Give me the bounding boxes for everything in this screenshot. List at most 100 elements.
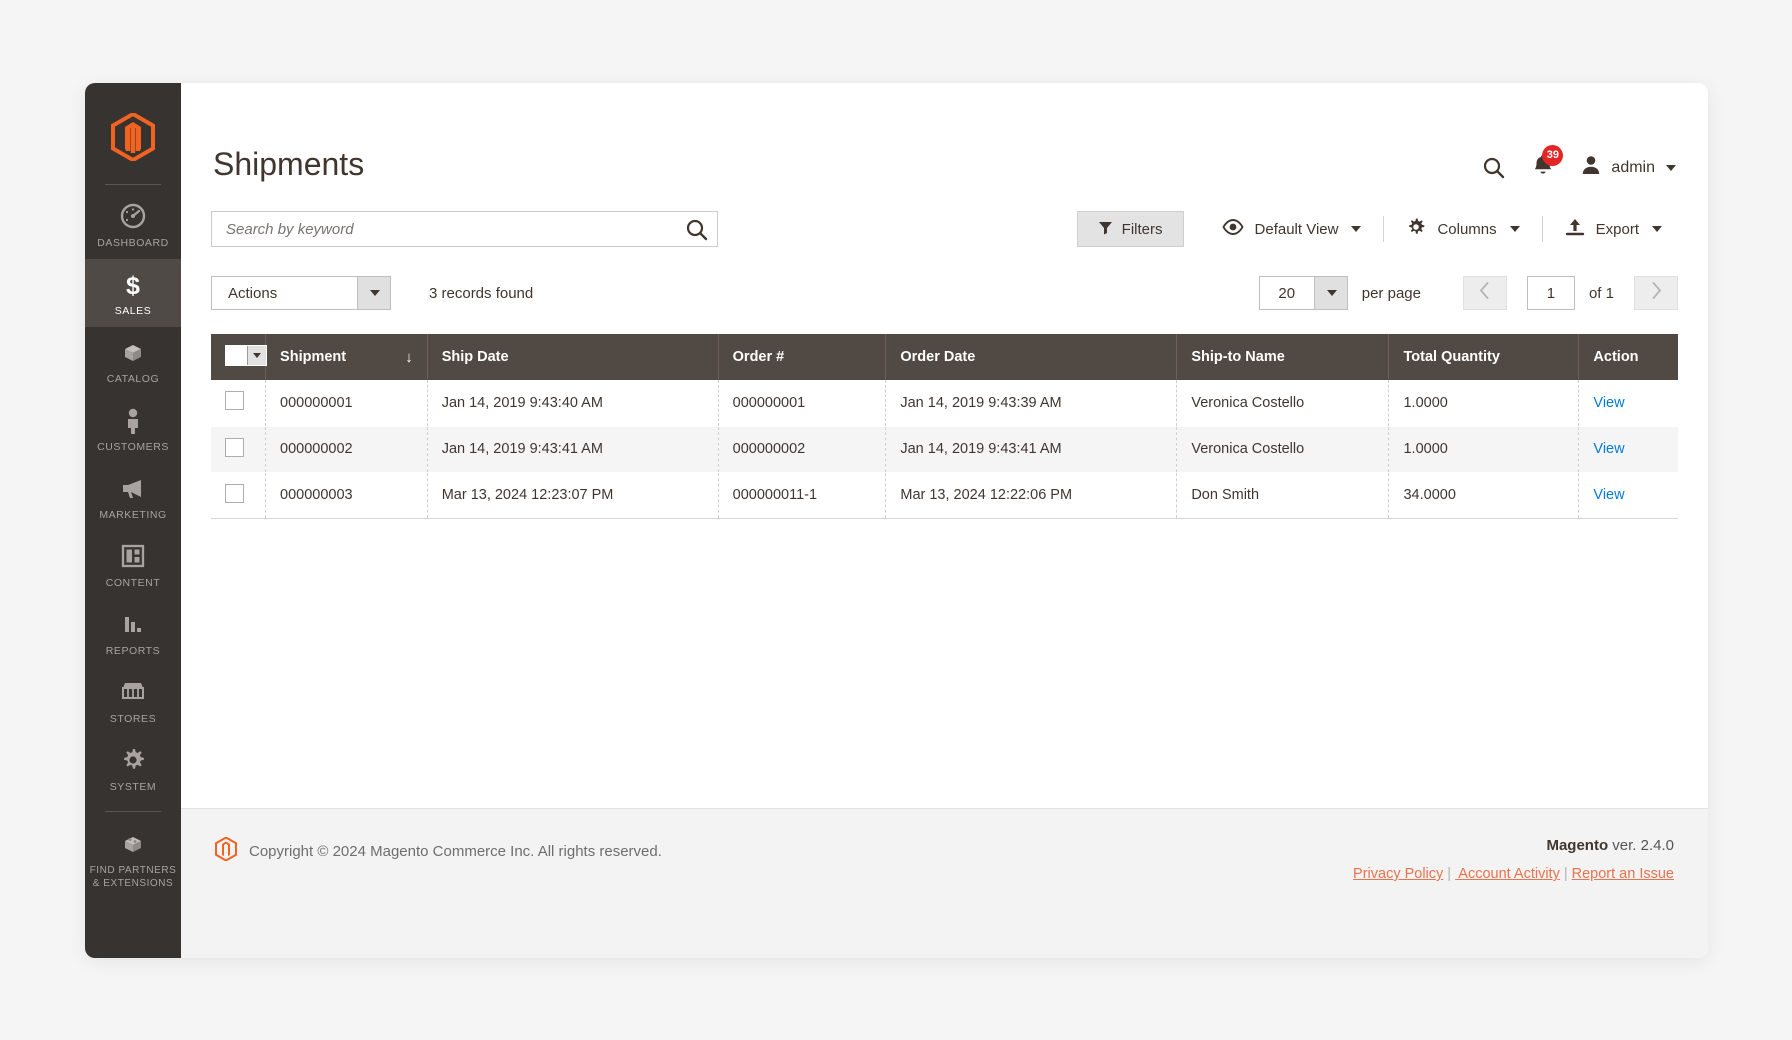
sidebar-item-marketing[interactable]: MARKETING: [85, 463, 181, 531]
sort-descending-icon: ↓: [405, 348, 413, 366]
sidebar-item-label: DASHBOARD: [97, 237, 169, 249]
filters-button[interactable]: Filters: [1076, 211, 1184, 247]
column-header-total-quantity[interactable]: Total Quantity: [1388, 334, 1580, 380]
link-separator: |: [1447, 866, 1452, 882]
chevron-left-icon: [1479, 282, 1490, 304]
search-submit-button[interactable]: [685, 218, 709, 245]
gear-icon: [1406, 217, 1426, 241]
row-checkbox[interactable]: [225, 437, 244, 457]
per-page-select[interactable]: 20: [1258, 276, 1348, 310]
row-checkbox-cell[interactable]: [211, 426, 267, 473]
previous-page-button[interactable]: [1462, 276, 1507, 310]
content-area: Shipments 39 admin Search by keyword Fil…: [181, 83, 1708, 519]
view-link[interactable]: View: [1593, 395, 1624, 411]
sidebar-item-stores[interactable]: STORES: [85, 667, 181, 735]
sidebar-item-content[interactable]: CONTENT: [85, 531, 181, 599]
extension-block-icon: [87, 830, 179, 858]
chevron-right-icon: [1651, 282, 1662, 304]
checkbox-dropdown-icon[interactable]: [225, 345, 267, 366]
sidebar-item-label: SYSTEM: [109, 781, 157, 793]
row-checkbox[interactable]: [225, 391, 244, 411]
columns-label: Columns: [1437, 220, 1497, 238]
page-number-input[interactable]: [1526, 276, 1575, 310]
user-menu[interactable]: admin: [1580, 154, 1676, 181]
privacy-policy-link[interactable]: Privacy Policy: [1353, 866, 1443, 882]
select-all-header[interactable]: [211, 334, 267, 380]
per-page-label: per page: [1361, 284, 1421, 302]
boxes-icon: [87, 339, 179, 367]
sidebar-item-sales[interactable]: $ SALES: [85, 259, 181, 327]
search-icon[interactable]: [1482, 156, 1506, 180]
column-label: Ship-to Name: [1191, 349, 1285, 365]
sidebar-item-reports[interactable]: REPORTS: [85, 599, 181, 667]
footer-links: Privacy Policy | Account Activity | Report …: [1353, 866, 1674, 882]
caret-down-icon: [1313, 277, 1347, 309]
column-header-order-date[interactable]: Order Date: [885, 334, 1178, 380]
view-link[interactable]: View: [1593, 441, 1624, 457]
grid-header-row: Shipment ↓ Ship Date Order # Order Date …: [211, 334, 1678, 380]
column-header-action: Action: [1578, 334, 1678, 380]
caret-down-icon: [357, 277, 390, 309]
sidebar-item-label: CUSTOMERS: [97, 441, 169, 453]
sidebar-item-catalog[interactable]: CATALOG: [85, 327, 181, 395]
upload-icon: [1565, 218, 1585, 240]
copyright-block: Copyright © 2024 Magento Commerce Inc. A…: [215, 836, 662, 866]
link-separator: |: [1563, 866, 1568, 882]
column-label: Order #: [732, 349, 785, 365]
dashboard-gauge-icon: [87, 203, 179, 231]
magento-logo-icon[interactable]: [111, 111, 155, 166]
cell-order-date: Jan 14, 2019 9:43:39 AM: [885, 380, 1178, 427]
bar-chart-icon: [87, 611, 179, 639]
column-label: Ship Date: [441, 349, 509, 365]
column-header-order-number[interactable]: Order #: [718, 334, 887, 380]
sidebar-item-customers[interactable]: CUSTOMERS: [85, 395, 181, 463]
table-row[interactable]: 000000003 Mar 13, 2024 12:23:07 PM 00000…: [211, 472, 1678, 519]
footer-right: Magento ver. 2.4.0 Privacy Policy | Accou…: [1353, 837, 1674, 882]
table-row[interactable]: 000000002 Jan 14, 2019 9:43:41 AM 000000…: [211, 426, 1678, 473]
sidebar-divider-bottom: [105, 811, 161, 812]
row-checkbox-cell[interactable]: [211, 380, 267, 427]
cell-ship-date: Jan 14, 2019 9:43:41 AM: [427, 426, 719, 473]
toolbar-divider: [1383, 216, 1385, 242]
sidebar-item-label-line2: & EXTENSIONS: [92, 878, 174, 889]
table-row[interactable]: 000000001 Jan 14, 2019 9:43:40 AM 000000…: [211, 380, 1678, 427]
svg-text:$: $: [126, 272, 140, 299]
user-name: admin: [1611, 158, 1655, 176]
columns-button[interactable]: Columns: [1390, 211, 1535, 247]
pagination-controls: 20 per page of 1: [1258, 276, 1678, 310]
version-line: Magento ver. 2.4.0: [1353, 837, 1674, 854]
notifications-button[interactable]: 39: [1532, 145, 1564, 182]
actions-select[interactable]: Actions: [211, 276, 391, 310]
next-page-button[interactable]: [1634, 276, 1678, 310]
account-activity-link[interactable]: Account Activity: [1455, 866, 1560, 882]
sidebar-item-system[interactable]: SYSTEM: [85, 735, 181, 803]
toolbar-row: Filters Default View Co: [211, 211, 1678, 247]
search-input[interactable]: [212, 212, 717, 246]
cell-total-quantity: 34.0000: [1388, 472, 1580, 519]
sidebar-item-dashboard[interactable]: DASHBOARD: [85, 191, 181, 259]
main-content: Shipments 39 admin Search by keyword Fil…: [181, 83, 1708, 958]
grid-body: 000000001 Jan 14, 2019 9:43:40 AM 000000…: [211, 380, 1678, 519]
version-text: ver. 2.4.0: [1608, 837, 1674, 854]
eye-icon: [1221, 219, 1244, 239]
report-issue-link[interactable]: Report an Issue: [1572, 866, 1674, 882]
cell-action: View: [1578, 380, 1678, 427]
export-button[interactable]: Export: [1549, 211, 1678, 247]
cell-ship-to-name: Don Smith: [1176, 472, 1390, 519]
magento-logo-icon: [215, 836, 237, 866]
row-checkbox-cell[interactable]: [211, 472, 267, 519]
column-header-ship-to-name[interactable]: Ship-to Name: [1176, 334, 1390, 380]
cell-shipment: 000000001: [265, 380, 428, 427]
column-header-ship-date[interactable]: Ship Date: [427, 334, 719, 380]
chevron-down-icon: [1666, 164, 1676, 171]
column-header-shipment[interactable]: Shipment ↓: [265, 334, 428, 380]
actions-left: Actions 3 records found: [211, 276, 533, 310]
gear-icon: [87, 747, 179, 775]
default-view-button[interactable]: Default View: [1206, 211, 1378, 247]
view-link[interactable]: View: [1593, 487, 1624, 503]
cell-order-date: Mar 13, 2024 12:22:06 PM: [885, 472, 1178, 519]
sidebar-item-find-partners[interactable]: FIND PARTNERS & EXTENSIONS: [85, 818, 181, 899]
row-checkbox[interactable]: [225, 483, 244, 503]
records-found-label: 3 records found: [429, 284, 534, 302]
cell-ship-date: Jan 14, 2019 9:43:40 AM: [427, 380, 719, 427]
